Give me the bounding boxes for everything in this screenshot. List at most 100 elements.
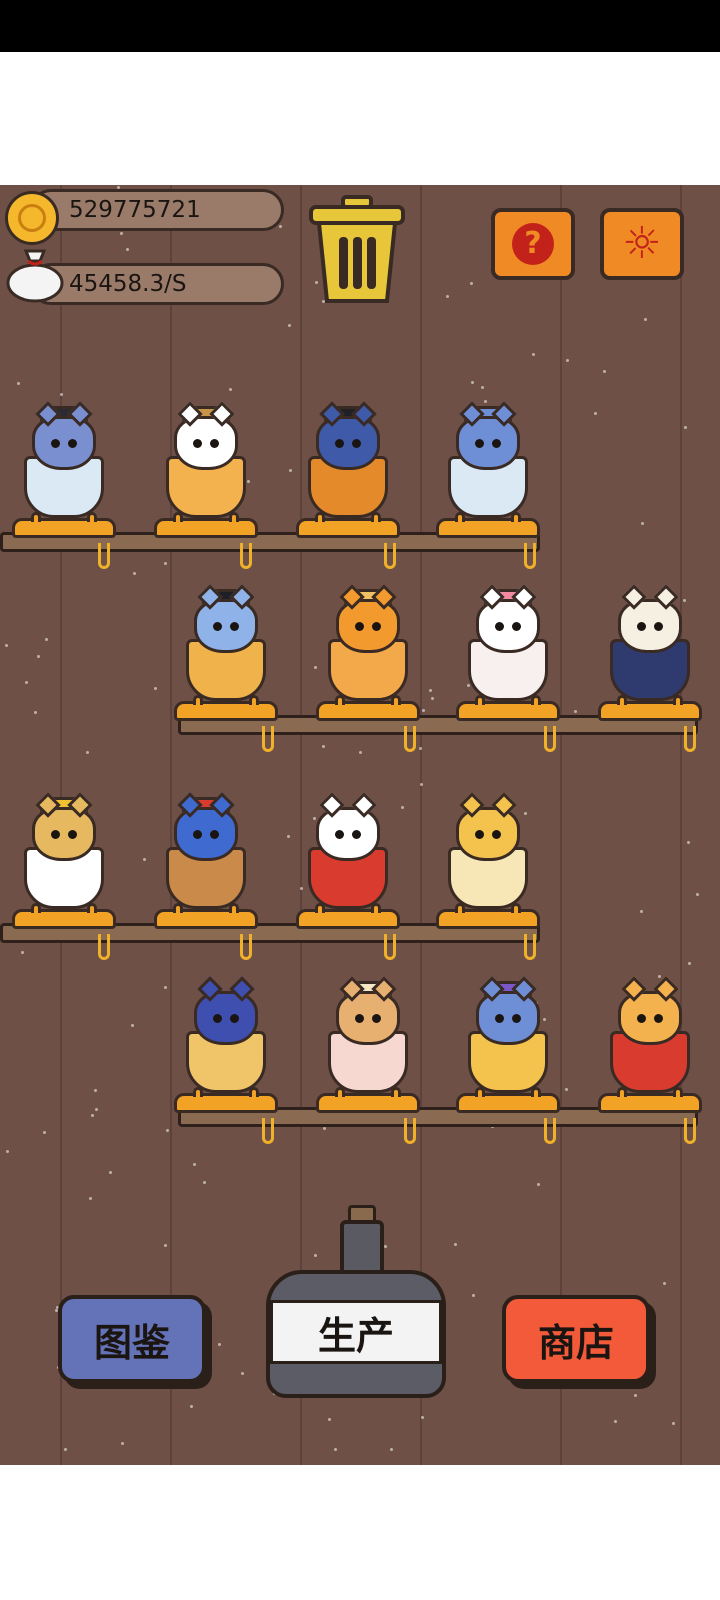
cat-icon bbox=[32, 401, 96, 470]
money-bag-icon bbox=[6, 249, 64, 303]
speck bbox=[419, 747, 422, 750]
speck bbox=[322, 745, 325, 748]
speck bbox=[17, 382, 20, 385]
cat-slot-r3-s4[interactable] bbox=[434, 781, 542, 929]
cat-eye bbox=[68, 439, 77, 448]
cat-ear bbox=[229, 976, 255, 1002]
speck bbox=[5, 644, 8, 647]
help-icon: ? bbox=[512, 223, 554, 265]
settings-button[interactable]: ☼ bbox=[600, 208, 684, 280]
bottle-neck bbox=[340, 1220, 384, 1276]
cat-icon bbox=[476, 976, 540, 1045]
cat-icon bbox=[174, 401, 238, 470]
speck bbox=[241, 1372, 244, 1375]
cat-slot-r1-s4[interactable] bbox=[434, 390, 542, 538]
produce-button[interactable]: 生产 bbox=[270, 1300, 442, 1364]
coin-counter: 529775721 bbox=[30, 189, 284, 231]
cat-cushion bbox=[598, 695, 702, 721]
speck bbox=[190, 1405, 193, 1408]
cat-slot-r2-s1[interactable] bbox=[172, 573, 280, 721]
cat-cushion bbox=[154, 512, 258, 538]
cat-eye bbox=[475, 830, 484, 839]
cat-eye bbox=[230, 1014, 239, 1023]
speck bbox=[429, 689, 432, 692]
wood-grain bbox=[560, 185, 562, 1465]
speck bbox=[21, 951, 24, 954]
shelf-hook bbox=[98, 934, 110, 960]
speck bbox=[334, 1448, 337, 1451]
cat-eye bbox=[335, 439, 344, 448]
speck bbox=[133, 572, 136, 575]
cat-slot-r4-s2[interactable] bbox=[314, 965, 422, 1113]
cat-ear bbox=[653, 584, 679, 610]
speck bbox=[64, 1448, 67, 1451]
speck bbox=[164, 562, 167, 565]
cat-eye bbox=[213, 1014, 222, 1023]
cat-eye bbox=[193, 439, 202, 448]
cat-slot-r2-s2[interactable] bbox=[314, 573, 422, 721]
cat-eye bbox=[637, 1014, 646, 1023]
cat-eye bbox=[355, 1014, 364, 1023]
cat-eye bbox=[495, 1014, 504, 1023]
cat-slot-r1-s2[interactable] bbox=[152, 390, 260, 538]
cat-icon bbox=[316, 401, 380, 470]
speck bbox=[45, 638, 48, 641]
cat-eye bbox=[230, 622, 239, 631]
cat-cushion bbox=[436, 903, 540, 929]
speck bbox=[537, 1183, 540, 1186]
speck bbox=[43, 1131, 46, 1134]
speck bbox=[143, 858, 146, 861]
cat-slot-r3-s3[interactable] bbox=[294, 781, 402, 929]
cat-slot-r4-s4[interactable] bbox=[596, 965, 704, 1113]
speck bbox=[684, 426, 687, 429]
cat-eye bbox=[352, 439, 361, 448]
collection-button[interactable]: 图鉴 bbox=[58, 1295, 206, 1383]
cat-icon bbox=[32, 792, 96, 861]
cat-eye bbox=[637, 622, 646, 631]
cat-eye bbox=[335, 830, 344, 839]
cat-icon bbox=[456, 792, 520, 861]
cat-slot-r1-s1[interactable] bbox=[10, 390, 118, 538]
cat-slot-r4-s1[interactable] bbox=[172, 965, 280, 1113]
speck bbox=[279, 225, 282, 228]
shelf-hook bbox=[544, 726, 556, 752]
cat-ear bbox=[621, 976, 647, 1002]
shelf-hook bbox=[384, 543, 396, 569]
speck bbox=[471, 381, 474, 384]
speck bbox=[431, 697, 434, 700]
cat-eye bbox=[68, 830, 77, 839]
cat-cushion bbox=[174, 1087, 278, 1113]
cat-cushion bbox=[154, 903, 258, 929]
cat-eye bbox=[512, 1014, 521, 1023]
cat-eye bbox=[51, 830, 60, 839]
shop-button[interactable]: 商店 bbox=[502, 1295, 650, 1383]
cat-slot-r2-s3[interactable] bbox=[454, 573, 562, 721]
shelf-hook bbox=[684, 726, 696, 752]
cat-slot-r1-s3[interactable] bbox=[294, 390, 402, 538]
speck bbox=[89, 1197, 92, 1200]
cat-slot-r2-s4[interactable] bbox=[596, 573, 704, 721]
shelf-hook bbox=[262, 726, 274, 752]
cat-slot-r3-s1[interactable] bbox=[10, 781, 118, 929]
speck bbox=[359, 751, 362, 754]
help-button[interactable]: ? bbox=[491, 208, 575, 280]
speck bbox=[641, 522, 644, 525]
speck bbox=[218, 1343, 221, 1346]
cat-cushion bbox=[296, 903, 400, 929]
cat-cushion bbox=[174, 695, 278, 721]
cat-icon bbox=[336, 584, 400, 653]
speck bbox=[672, 1422, 675, 1425]
cat-icon bbox=[618, 584, 682, 653]
speck bbox=[565, 1088, 568, 1091]
trash-can-icon[interactable] bbox=[305, 193, 409, 305]
income-rate: 45458.3/S bbox=[69, 271, 187, 297]
cat-slot-r3-s2[interactable] bbox=[152, 781, 260, 929]
speck bbox=[94, 1089, 97, 1092]
speck bbox=[120, 232, 123, 235]
cat-slot-r4-s3[interactable] bbox=[454, 965, 562, 1113]
coin-icon bbox=[5, 191, 59, 245]
cat-eye bbox=[213, 622, 222, 631]
cat-eye bbox=[475, 439, 484, 448]
speck bbox=[384, 1245, 387, 1248]
coin-count: 529775721 bbox=[69, 197, 201, 223]
